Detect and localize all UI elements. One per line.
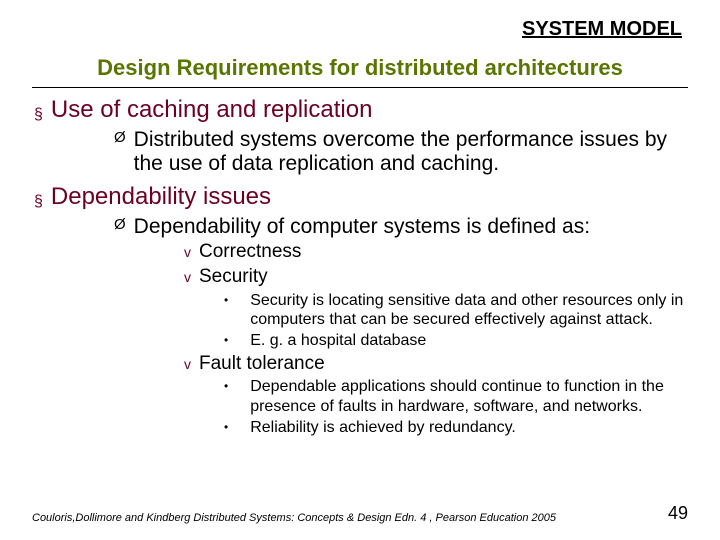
dot-bullet-icon: • <box>224 331 228 349</box>
sub-point-text: Dependability of computer systems is def… <box>134 215 590 240</box>
dot-bullet-icon: • <box>224 418 228 436</box>
diamond-point: v Correctness <box>184 241 688 264</box>
dot-point: • E. g. a hospital database <box>224 331 688 350</box>
square-bullet-icon: § <box>34 107 43 123</box>
sub-point: Ø Dependability of computer systems is d… <box>114 215 688 240</box>
diamond-point-text: Correctness <box>199 241 301 264</box>
footer: Couloris,Dollimore and Kindberg Distribu… <box>0 503 720 524</box>
diamond-bullet-icon: v <box>184 243 191 261</box>
diamond-point-text: Fault tolerance <box>199 353 325 376</box>
diamond-point-text: Security <box>199 266 268 289</box>
triangle-bullet-icon: Ø <box>114 128 126 148</box>
title-rule <box>32 87 688 88</box>
section-heading: § Dependability issues <box>34 183 688 211</box>
diamond-bullet-icon: v <box>184 268 191 286</box>
dot-point-text: E. g. a hospital database <box>250 331 426 350</box>
triangle-bullet-icon: Ø <box>114 215 126 235</box>
citation: Couloris,Dollimore and Kindberg Distribu… <box>32 512 556 524</box>
diamond-point: v Security <box>184 266 688 289</box>
diamond-bullet-icon: v <box>184 355 191 373</box>
dot-point-text: Reliability is achieved by redundancy. <box>250 418 516 437</box>
dot-point: • Security is locating sensitive data an… <box>224 291 688 329</box>
dot-bullet-icon: • <box>224 291 228 309</box>
header-label: SYSTEM MODEL <box>32 18 682 41</box>
page-number: 49 <box>668 503 688 524</box>
section-heading-text: Use of caching and replication <box>51 96 373 124</box>
dot-point: • Dependable applications should continu… <box>224 377 688 415</box>
slide-title: Design Requirements for distributed arch… <box>32 55 688 81</box>
section-heading: § Use of caching and replication <box>34 96 688 124</box>
sub-point: Ø Distributed systems overcome the perfo… <box>114 128 688 178</box>
dot-point-text: Dependable applications should continue … <box>250 377 688 415</box>
slide: SYSTEM MODEL Design Requirements for dis… <box>0 0 720 540</box>
dot-point-text: Security is locating sensitive data and … <box>250 291 688 329</box>
section-heading-text: Dependability issues <box>51 183 271 211</box>
sub-point-text: Distributed systems overcome the perform… <box>134 128 688 178</box>
dot-bullet-icon: • <box>224 377 228 395</box>
dot-point: • Reliability is achieved by redundancy. <box>224 418 688 437</box>
diamond-point: v Fault tolerance <box>184 353 688 376</box>
square-bullet-icon: § <box>34 194 43 210</box>
